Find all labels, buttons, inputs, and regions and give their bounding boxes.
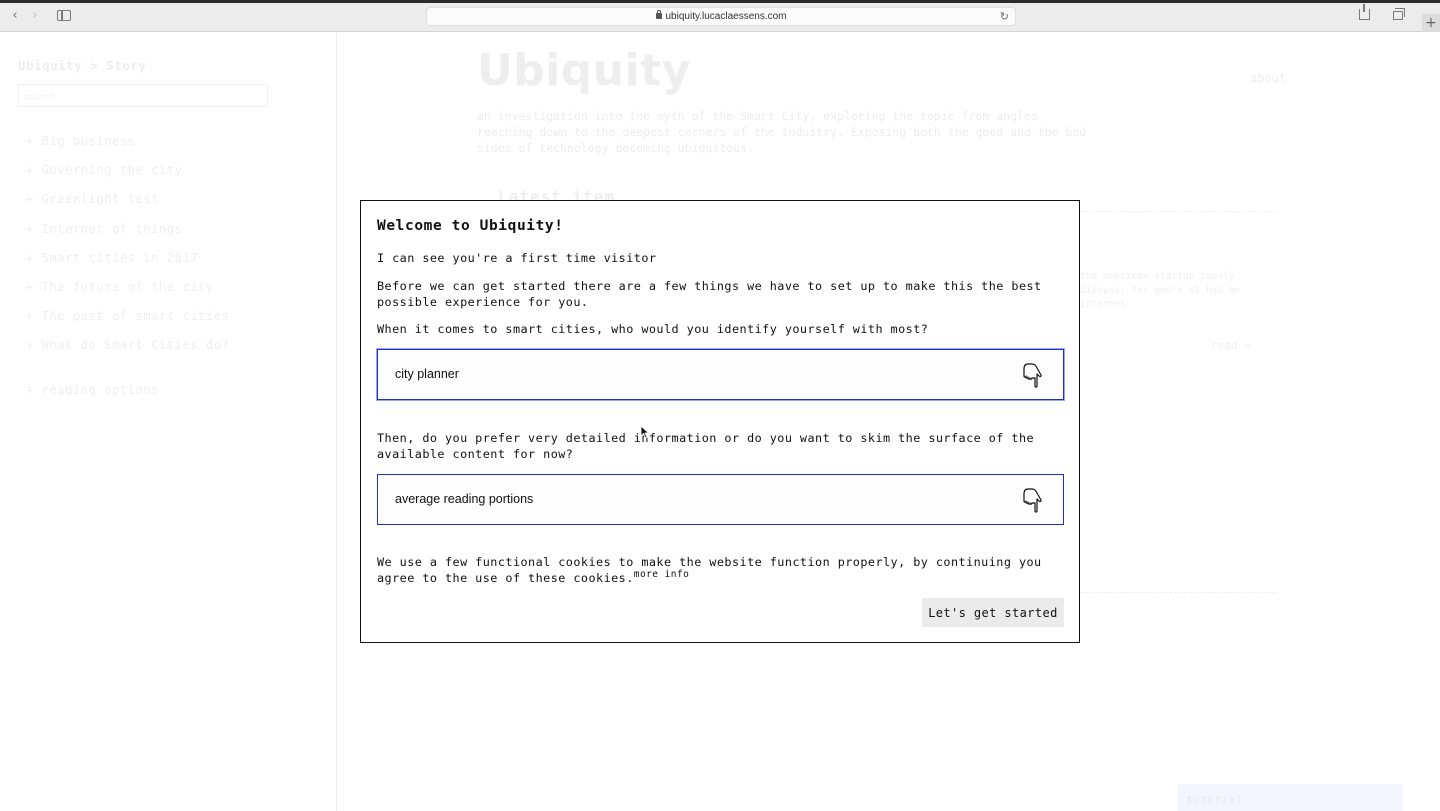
tutorial-bar[interactable]: tutorial x	[1178, 784, 1403, 811]
more-info-link[interactable]: more info	[634, 569, 690, 580]
chevron-right-icon[interactable]: ›	[28, 9, 42, 23]
lock-icon	[655, 10, 662, 19]
identity-select[interactable]: city planner	[377, 349, 1064, 400]
sidebar-item-governing-the-city[interactable]: + Governing the city	[26, 163, 229, 192]
mouse-cursor-icon	[640, 425, 650, 439]
sidebar-item-big-business[interactable]: + Big business	[26, 134, 229, 163]
story-nav-list: + Big business + Governing the city + Gr…	[26, 134, 229, 368]
url-text: ubiquity.lucaclaessens.com	[665, 11, 787, 22]
reading-options-link[interactable]: + reading options	[26, 383, 159, 397]
pointing-hand-icon	[1023, 488, 1042, 513]
sidebar-icon[interactable]	[57, 10, 71, 21]
plus-icon[interactable]: +	[1422, 14, 1440, 32]
about-link[interactable]: about	[1250, 71, 1286, 85]
sidebar-item-past-of-smart-cities[interactable]: + The past of smart cities	[26, 309, 229, 338]
first-visit-text: I can see you're a first time visitor	[377, 251, 657, 265]
search-field[interactable]	[18, 84, 268, 109]
tabs-icon[interactable]	[1393, 8, 1405, 20]
browser-toolbar: ‹ › ubiquity.lucaclaessens.com ↻ +	[0, 0, 1440, 32]
close-icon[interactable]: x	[1186, 793, 1395, 806]
cookie-text: We use a few functional cookies to make …	[377, 555, 1042, 585]
address-bar[interactable]: ubiquity.lucaclaessens.com ↻	[426, 7, 1016, 26]
cookie-notice: We use a few functional cookies to make …	[377, 554, 1047, 588]
reload-icon[interactable]: ↻	[1000, 10, 1009, 24]
chevron-left-icon[interactable]: ‹	[8, 9, 22, 23]
detail-question: Then, do you prefer very detailed inform…	[377, 431, 1035, 461]
intro-text: an investigation into the myth of the Sm…	[477, 109, 1087, 155]
address-text-wrap: ubiquity.lucaclaessens.com	[427, 8, 1015, 26]
breadcrumb: Ubiquity > Story	[18, 58, 147, 73]
window-top-border	[0, 0, 1440, 3]
sidebar-item-future-of-city[interactable]: + The future of the city	[26, 280, 229, 309]
sidebar: Ubiquity > Story + Big business + Govern…	[0, 33, 337, 811]
sidebar-item-smart-cities-2017[interactable]: + Smart cities in 2017	[26, 251, 229, 280]
divider	[1080, 592, 1276, 593]
identity-question: When it comes to smart cities, who would…	[377, 322, 929, 336]
search-input[interactable]	[19, 87, 267, 109]
page-title: Ubiquity	[477, 45, 691, 96]
article-excerpt: the american startup iously discuss, for…	[1080, 271, 1241, 310]
get-started-button[interactable]: Let's get started	[922, 598, 1064, 627]
welcome-modal: Welcome to Ubiquity! I can see you're a …	[360, 200, 1080, 643]
divider	[1080, 211, 1276, 212]
identity-select-value: city planner	[395, 367, 459, 381]
sidebar-item-greenlight-test[interactable]: + Greenlight test	[26, 192, 229, 221]
detail-select-value: average reading portions	[395, 492, 534, 506]
read-link[interactable]: read →	[1211, 339, 1251, 352]
sidebar-item-what-do-smart-cities-do[interactable]: + What do Smart Cities do?	[26, 338, 229, 367]
sidebar-item-internet-of-things[interactable]: + Internet of things	[26, 222, 229, 251]
modal-title: Welcome to Ubiquity!	[377, 218, 564, 234]
share-icon[interactable]	[1359, 4, 1370, 20]
setup-text: Before we can get started there are a fe…	[377, 279, 1042, 309]
detail-level-select[interactable]: average reading portions	[377, 474, 1064, 525]
pointing-hand-icon	[1023, 363, 1042, 388]
